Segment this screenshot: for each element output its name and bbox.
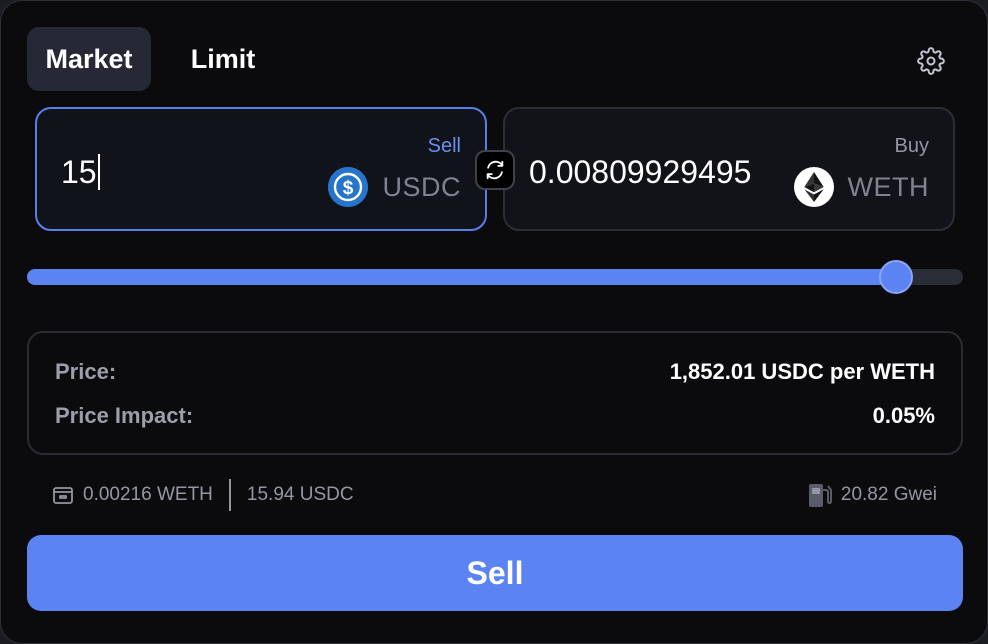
settings-button[interactable]	[913, 43, 949, 79]
swap-arrows-icon	[486, 160, 504, 180]
svg-text:$: $	[343, 178, 354, 199]
price-impact-value: 0.05%	[872, 403, 935, 428]
gas-price: 20.82 Gwei	[807, 479, 937, 511]
amount-slider[interactable]	[27, 260, 963, 294]
sell-token-selector[interactable]: $ USDC	[328, 165, 461, 209]
sell-panel[interactable]: Sell 15 $ USDC	[35, 107, 487, 231]
balance-divider	[228, 479, 231, 511]
slider-thumb[interactable]	[878, 260, 913, 294]
buy-token-selector[interactable]: WETH	[793, 165, 929, 209]
swap-widget: Market Limit Sell 15 $ USDC Buy 0.008099…	[0, 0, 988, 644]
gas-value: 20.82 Gwei	[840, 484, 937, 505]
buy-label: Buy	[894, 135, 929, 157]
sell-button[interactable]: Sell	[27, 535, 963, 611]
usdc-balance[interactable]: 15.94 USDC	[247, 484, 354, 506]
usdc-icon: $	[328, 167, 369, 207]
gear-icon	[917, 47, 945, 75]
gas-pump-icon	[808, 484, 832, 507]
sell-amount-input[interactable]: 15	[61, 154, 100, 191]
buy-token-symbol: WETH	[847, 171, 929, 202]
sell-label: Sell	[427, 135, 461, 157]
tab-limit[interactable]: Limit	[159, 27, 287, 91]
price-row: Price: 1,852.01 USDC per WETH	[55, 359, 935, 385]
buy-panel[interactable]: Buy 0.00809929495 WETH	[503, 107, 955, 231]
price-impact-row: Price Impact: 0.05%	[55, 403, 935, 429]
weth-balance[interactable]: 0.00216 WETH	[83, 484, 213, 506]
wallet-balances: 0.00216 WETH 15.94 USDC	[51, 479, 354, 511]
price-value: 1,852.01 USDC per WETH	[669, 359, 935, 384]
swap-direction-button[interactable]	[475, 150, 515, 190]
price-impact-label: Price Impact:	[55, 403, 194, 428]
quote-info-panel: Price: 1,852.01 USDC per WETH Price Impa…	[27, 331, 963, 455]
buy-amount-output: 0.00809929495	[529, 154, 752, 190]
eth-icon	[793, 167, 834, 207]
price-label: Price:	[55, 359, 117, 384]
wallet-icon	[53, 487, 73, 504]
tab-market[interactable]: Market	[27, 27, 151, 91]
slider-fill	[27, 269, 896, 285]
sell-token-symbol: USDC	[382, 171, 461, 202]
